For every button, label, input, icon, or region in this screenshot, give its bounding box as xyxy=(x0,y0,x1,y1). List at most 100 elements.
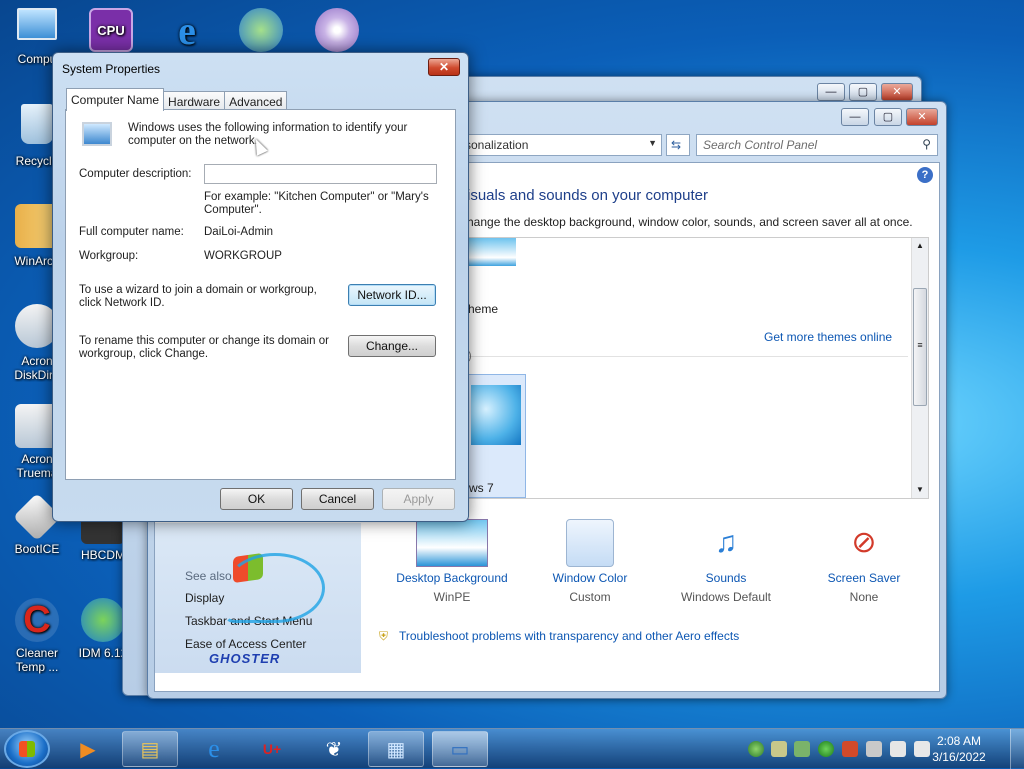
theme-name: ws 7 xyxy=(469,481,494,495)
search-input[interactable]: Search Control Panel ⚲ xyxy=(696,134,938,156)
internet-explorer-icon: e xyxy=(208,734,220,763)
desktop-icon-label: Temp ... xyxy=(15,660,59,674)
taskbar-ie[interactable]: e xyxy=(186,731,242,767)
computer-icon xyxy=(17,8,57,40)
tab-computer-name[interactable]: Computer Name xyxy=(66,88,165,111)
taskbar-unikey[interactable]: U+ xyxy=(244,731,300,767)
tab-advanced[interactable]: Advanced xyxy=(224,91,288,111)
scroll-up-icon[interactable]: ▲ xyxy=(912,238,928,254)
page-heading: isuals and sounds on your computer xyxy=(467,187,708,204)
scrollbar[interactable]: ▲ ≡ ▼ xyxy=(911,238,928,498)
computer-description-input[interactable] xyxy=(204,164,437,184)
selected-theme[interactable]: ws 7 xyxy=(468,374,526,498)
address-dropdown-icon[interactable]: ▼ xyxy=(648,138,657,148)
internet-explorer-icon: e xyxy=(178,7,196,53)
search-icon: ⚲ xyxy=(922,137,931,151)
theme-group-label: heme xyxy=(468,302,499,316)
taskbar-bird[interactable]: ❦ xyxy=(306,731,362,767)
desktop-icon-disc[interactable] xyxy=(300,8,374,54)
scroll-down-icon[interactable]: ▼ xyxy=(912,482,928,498)
desktop-icon-label: BootICE xyxy=(14,542,60,556)
window-color-item[interactable]: Window Color Custom xyxy=(515,519,665,604)
tab-hardware[interactable]: Hardware xyxy=(163,91,226,111)
left-pane: See also Display Taskbar and Start Menu … xyxy=(155,523,361,673)
folder-icon: ▤ xyxy=(140,738,160,761)
bird-icon: ❦ xyxy=(325,738,343,761)
taskbar-system-properties[interactable]: ▭ xyxy=(432,731,488,767)
theme-list[interactable]: heme Get more themes online ) ws 7 ▲ ≡ ▼ xyxy=(467,237,929,499)
tray-safely-remove-icon[interactable] xyxy=(794,741,810,757)
screen-saver-title: Screen Saver xyxy=(827,571,901,585)
desktop-icon-network[interactable] xyxy=(224,8,298,54)
cpuz-icon: CPU xyxy=(89,8,133,52)
show-desktop-button[interactable] xyxy=(1010,729,1024,769)
left-link-ease-of-access[interactable]: Ease of Access Center xyxy=(185,637,306,651)
window-color-title: Window Color xyxy=(552,571,628,585)
unikey-icon: U+ xyxy=(262,741,282,757)
full-name-label: Full computer name: xyxy=(79,226,184,238)
network-globe-icon xyxy=(239,8,283,52)
screen-saver-value: None xyxy=(849,590,879,604)
desktop-icon-cpuz[interactable]: CPU xyxy=(74,8,148,54)
desktop-icon-ie[interactable]: e xyxy=(150,8,224,54)
theme-thumbnail xyxy=(468,238,516,266)
network-id-button[interactable]: Network ID... xyxy=(348,284,436,306)
computer-network-icon xyxy=(82,122,112,146)
tab-bar: Computer Name Hardware Advanced xyxy=(66,88,288,111)
left-link-display[interactable]: Display xyxy=(185,591,224,605)
tray-drive-icon[interactable] xyxy=(771,741,787,757)
search-placeholder: Search Control Panel xyxy=(703,138,818,152)
clock[interactable]: 2:08 AM 3/16/2022 xyxy=(924,733,994,765)
dialog-close-button[interactable]: ✕ xyxy=(428,58,460,76)
maximize-button[interactable]: ▢ xyxy=(874,108,902,126)
help-icon[interactable]: ? xyxy=(917,167,933,183)
address-bar[interactable]: rsonalization ▼ xyxy=(454,134,662,156)
troubleshoot-link[interactable]: Troubleshoot problems with transparency … xyxy=(399,629,739,643)
change-button[interactable]: Change... xyxy=(348,335,436,357)
desktop-icon-label: Cleaner xyxy=(15,646,59,660)
divider xyxy=(468,356,908,357)
screen-saver-item[interactable]: ⊘ Screen Saver None xyxy=(789,519,939,604)
maximize-button[interactable]: ▢ xyxy=(849,83,877,101)
workgroup-label: Workgroup: xyxy=(79,250,139,262)
desktop-icon-ccleaner[interactable]: C Cleaner Temp ... xyxy=(0,598,74,674)
desktop-background-item[interactable]: Desktop Background WinPE xyxy=(377,519,527,604)
computer-icon: ▭ xyxy=(450,738,470,761)
example-text: For example: "Kitchen Computer" or "Mary… xyxy=(204,191,429,216)
scroll-thumb[interactable]: ≡ xyxy=(913,288,927,406)
tray-shield-icon[interactable] xyxy=(842,741,858,757)
screen-saver-icon: ⊘ xyxy=(851,526,877,559)
start-button[interactable] xyxy=(4,730,50,768)
bird-logo-icon xyxy=(225,553,325,623)
taskbar-control-panel[interactable]: ▦ xyxy=(368,731,424,767)
tray-flag-icon[interactable] xyxy=(890,741,906,757)
tray-tool-icon[interactable] xyxy=(866,741,882,757)
computer-name-panel: Windows uses the following information t… xyxy=(65,109,456,480)
page-subheading: hange the desktop background, window col… xyxy=(467,215,913,229)
close-button[interactable]: ✕ xyxy=(881,83,913,101)
minimize-button[interactable]: — xyxy=(817,83,845,101)
taskbar-media-player[interactable]: ▶ xyxy=(60,731,116,767)
taskbar: ▶ ▤ e U+ ❦ ▦ ▭ 2:08 AM 3/16/2022 xyxy=(0,728,1024,769)
desktop-background-value: WinPE xyxy=(433,590,471,604)
wizard-text: To use a wizard to join a domain or work… xyxy=(79,284,317,309)
cancel-button[interactable]: Cancel xyxy=(301,488,374,510)
taskbar-explorer[interactable]: ▤ xyxy=(122,731,178,767)
sounds-title: Sounds xyxy=(705,571,747,585)
address-text: rsonalization xyxy=(461,138,529,152)
dialog-title: System Properties xyxy=(62,62,161,76)
system-properties-dialog[interactable]: System Properties ✕ Computer Name Hardwa… xyxy=(52,52,469,522)
theme-thumbnail xyxy=(471,385,521,445)
tray-play-icon[interactable] xyxy=(818,741,834,757)
ok-button[interactable]: OK xyxy=(220,488,293,510)
sounds-item[interactable]: ♫ Sounds Windows Default xyxy=(651,519,801,604)
close-button[interactable]: ✕ xyxy=(906,108,938,126)
apply-button[interactable]: Apply xyxy=(382,488,455,510)
see-also-label: See also xyxy=(185,569,232,583)
full-name-value: DaiLoi-Admin xyxy=(204,226,274,238)
tray-network-icon[interactable] xyxy=(748,741,764,757)
clock-time: 2:08 AM xyxy=(936,734,982,748)
refresh-button[interactable]: ⇆ xyxy=(666,134,690,156)
minimize-button[interactable]: — xyxy=(841,108,869,126)
get-more-themes-link[interactable]: Get more themes online xyxy=(764,330,892,344)
